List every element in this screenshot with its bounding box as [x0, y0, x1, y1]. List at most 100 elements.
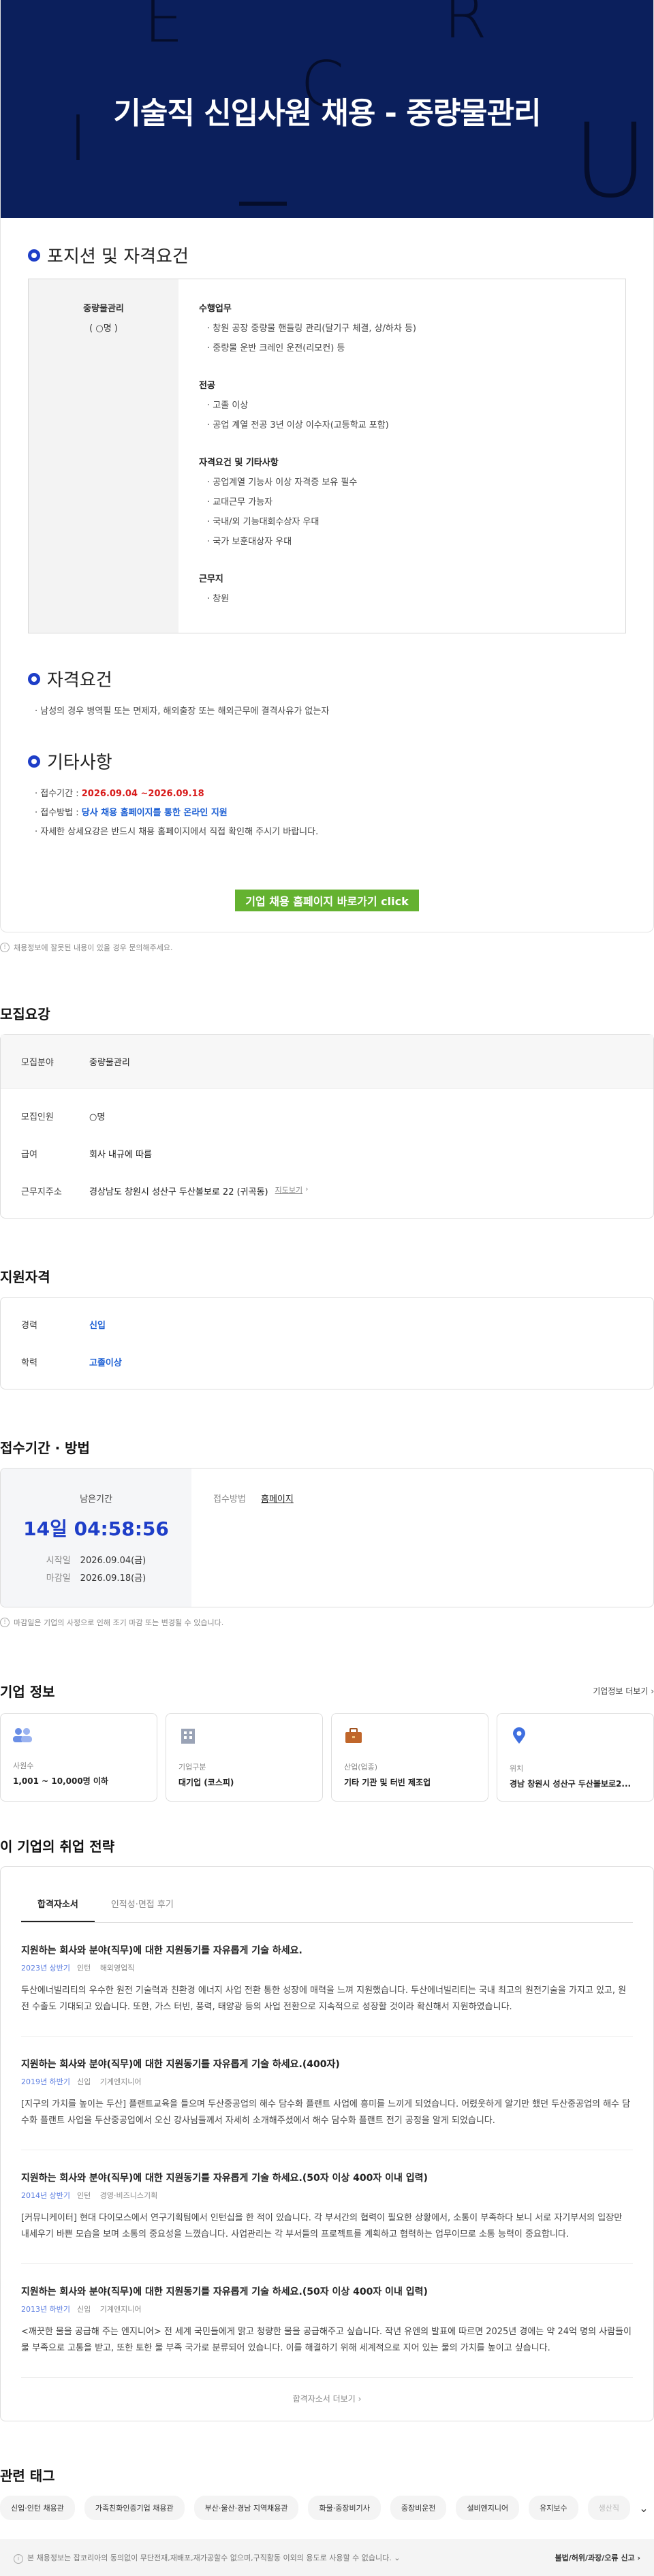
cover-letter-more-link[interactable]: 합격자소서 더보기 › — [21, 2378, 633, 2421]
etc-list: 접수기간 : 2026.09.04 ~2026.09.18 접수방법 : 당사 … — [35, 785, 626, 842]
tag-item[interactable]: 설비엔지니어 — [456, 2496, 520, 2520]
footer-notice: i 본 채용정보는 잡코리아의 동의없이 무단전재,재배포,재가공할수 없으며,구… — [14, 2552, 400, 2564]
job-posting-card: E R C U I 기술직 신입사원 채용 - 중량물관리 포지션 및 자격요건… — [0, 0, 654, 932]
end-value: 2026.09.18(금) — [80, 1573, 146, 1584]
card-value: 기타 기관 및 터빈 제조업 — [344, 1778, 431, 1787]
card-label: 산업(업종) — [344, 1763, 378, 1772]
tag-item[interactable]: 중장비운전 — [390, 2496, 447, 2520]
go-homepage-button[interactable]: 기업 채용 홈페이지 바로가기 click — [235, 890, 419, 911]
list-item: 고졸 이상 — [207, 398, 605, 411]
position-detail-cell: 수행업무 창원 공장 중량물 핸들링 관리(달기구 체결, 상/하차 등) 중량… — [178, 279, 625, 633]
row-label: 모집인원 — [21, 1112, 54, 1122]
review-meta: 2014년 상반기 인턴 경영·비즈니스기획 — [21, 2190, 633, 2201]
group-title: 근무지 — [199, 574, 223, 584]
section-title-text: 포지션 및 자격요건 — [47, 247, 189, 267]
career-row: 경력 신입 — [1, 1306, 653, 1343]
review-type: 신입 — [76, 2077, 91, 2086]
bullet-icon — [28, 249, 40, 262]
deadline-title: 접수기간 · 방법 — [0, 1440, 90, 1456]
card-value: 대기업 (코스피) — [178, 1778, 234, 1787]
location-group: 근무지 창원 — [199, 571, 605, 604]
remain-label: 남은기간 — [80, 1494, 112, 1505]
method-item: 접수방법 : 당사 채용 홈페이지를 통한 온라인 지원 — [35, 804, 626, 823]
list-item: 국내/외 기능대회수상자 우대 — [207, 514, 605, 527]
qual-summary-title: 지원자격 — [0, 1269, 50, 1285]
report-link[interactable]: 불법/허위/과장/오류 신고 › — [555, 2552, 640, 2563]
review-meta: 2019년 하반기 신입 기계엔지니어 — [21, 2076, 633, 2087]
requirement-group: 자격요건 및 기타사항 공업계열 기능사 이상 자격증 보유 필수 교대근무 가… — [199, 455, 605, 547]
group-title: 자격요건 및 기타사항 — [199, 458, 279, 468]
duty-group: 수행업무 창원 공장 중량물 핸들링 관리(달기구 체결, 상/하차 등) 중량… — [199, 301, 605, 354]
section-title-position: 포지션 및 자격요건 — [28, 242, 653, 268]
company-more-link[interactable]: 기업정보 더보기 › — [593, 1685, 654, 1697]
tag-item[interactable]: 신입·인턴 채용관 — [0, 2496, 75, 2520]
group-title: 수행업무 — [199, 304, 232, 314]
card-label: 기업구분 — [178, 1763, 206, 1772]
people-icon — [13, 1728, 32, 1742]
chevron-down-icon[interactable]: ⌄ — [394, 2554, 400, 2562]
footer-bar: i 본 채용정보는 잡코리아의 동의없이 무단전재,재배포,재가공할수 없으며,구… — [0, 2539, 654, 2576]
review-dept: 기계엔지니어 — [99, 2305, 142, 2314]
review-question: 지원하는 회사와 분야(직무)에 대한 지원동기를 자유롭게 기술 하세요.(5… — [21, 2173, 428, 2184]
banner: E R C U I 기술직 신입사원 채용 - 중량물관리 — [1, 0, 653, 218]
qual-summary-box: 경력 신입 학력 고졸이상 — [0, 1297, 654, 1389]
note-item: 자세한 상세요강은 반드시 채용 홈페이지에서 직접 확인해 주시기 바랍니다. — [35, 823, 626, 842]
section-title-text: 기타사항 — [47, 753, 112, 773]
review-text: [지구의 가치를 높이는 두산] 플랜트교육을 들으며 두산중공업의 해수 담수… — [21, 2099, 631, 2126]
chevron-right-icon: › — [305, 1184, 309, 1193]
address-row: 근무지주소 경상남도 창원시 성산구 두산볼보로 22 (귀곡동) 지도보기 › — [1, 1172, 653, 1210]
method-value: 당사 채용 홈페이지를 통한 온라인 지원 — [81, 808, 228, 818]
review-type: 인턴 — [76, 2191, 91, 2200]
method-panel: 접수방법 홈페이지 — [191, 1468, 315, 1607]
report-notice: ! 채용정보에 잘못된 내용이 있을 경우 문의해주세요. — [0, 932, 654, 962]
review-item[interactable]: 지원하는 회사와 분야(직무)에 대한 지원동기를 자유롭게 기술 하세요.(5… — [21, 2150, 633, 2264]
row-label: 급여 — [21, 1150, 37, 1160]
review-dept: 해외영업직 — [99, 1964, 135, 1973]
tag-item[interactable]: 가족친화인증기업 채용관 — [84, 2496, 185, 2520]
company-card-employees: 사원수 1,001 ~ 10,000명 이하 — [0, 1713, 157, 1802]
review-text: [커뮤니케이터] 현대 다이모스에서 연구기획팀에서 인턴십을 한 적이 있습니… — [21, 2213, 623, 2240]
company-header: 기업 정보 기업정보 더보기 › — [0, 1681, 654, 1701]
period-value: 2026.09.04 ~2026.09.18 — [81, 789, 204, 799]
remain-panel: 남은기간 14일 04:58:56 시작일 2026.09.04(금) 마감일 20… — [1, 1468, 191, 1607]
row-value: 중량물관리 — [89, 1058, 130, 1068]
row-label: 학력 — [21, 1358, 37, 1368]
review-item[interactable]: 지원하는 회사와 분야(직무)에 대한 지원동기를 자유롭게 기술 하세요.(5… — [21, 2264, 633, 2378]
bullet-icon — [28, 755, 40, 768]
review-year: 2014년 상반기 — [21, 2191, 70, 2200]
job-name: 중량물관리 — [83, 304, 124, 314]
headcount: ( ○명 ) — [89, 324, 118, 334]
card-label: 위치 — [510, 1764, 524, 1773]
map-link[interactable]: 지도보기 — [275, 1184, 302, 1197]
field-row: 모집분야 중량물관리 — [1, 1035, 653, 1089]
review-item[interactable]: 지원하는 회사와 분야(직무)에 대한 지원동기를 자유롭게 기술 하세요.(4… — [21, 2037, 633, 2150]
bullet-icon — [28, 672, 40, 685]
banner-letter: E — [144, 0, 184, 57]
qualification-list: 남성의 경우 병역필 또는 면제자, 해외출장 또는 해외근무에 결격사유가 없… — [35, 702, 626, 721]
list-item: 교대근무 가능자 — [207, 494, 605, 507]
review-year: 2013년 하반기 — [21, 2305, 70, 2314]
list-item: 공업계열 기능사 이상 자격증 보유 필수 — [207, 475, 605, 488]
review-question: 지원하는 회사와 분야(직무)에 대한 지원동기를 자유롭게 기술 하세요.(5… — [21, 2287, 428, 2297]
position-table: 중량물관리 ( ○명 ) 수행업무 창원 공장 중량물 핸들링 관리(달기구 체… — [28, 279, 626, 633]
tab-interview[interactable]: 인적성·면접 후기 — [95, 1886, 190, 1922]
deadline-notice: ! 마감일은 기업의 사정으로 인해 조기 마감 또는 변경될 수 있습니다. — [0, 1607, 654, 1637]
pin-icon — [513, 1727, 525, 1744]
dates: 시작일 2026.09.04(금) 마감일 2026.09.18(금) — [1, 1552, 191, 1588]
review-item[interactable]: 지원하는 회사와 분야(직무)에 대한 지원동기를 자유롭게 기술 하세요. 2… — [21, 1923, 633, 2037]
card-value: 경남 창원시 성산구 두산볼보로2... — [510, 1779, 632, 1789]
chevron-down-icon[interactable]: ⌄ — [634, 2502, 654, 2515]
review-type: 인턴 — [76, 1964, 91, 1973]
tag-item[interactable]: 부산·울산·경남 지역채용관 — [193, 2496, 299, 2520]
tag-item[interactable]: 유지보수 — [529, 2496, 578, 2520]
end-label: 마감일 — [46, 1573, 71, 1584]
row-value: 신입 — [89, 1321, 106, 1331]
company-title: 기업 정보 — [0, 1684, 55, 1700]
tag-item[interactable]: 생산직 — [587, 2496, 631, 2520]
tag-item[interactable]: 화물·중장비기사 — [308, 2496, 381, 2520]
report-notice-text[interactable]: 채용정보에 잘못된 내용이 있을 경우 문의해주세요. — [14, 942, 173, 953]
tab-cover-letter[interactable]: 합격자소서 — [21, 1886, 95, 1922]
strategy-box: 합격자소서 인적성·면접 후기 지원하는 회사와 분야(직무)에 대한 지원동기… — [0, 1866, 654, 2421]
review-question: 지원하는 회사와 분야(직무)에 대한 지원동기를 자유롭게 기술 하세요.(4… — [21, 2059, 340, 2070]
method-link[interactable]: 홈페이지 — [261, 1494, 294, 1505]
